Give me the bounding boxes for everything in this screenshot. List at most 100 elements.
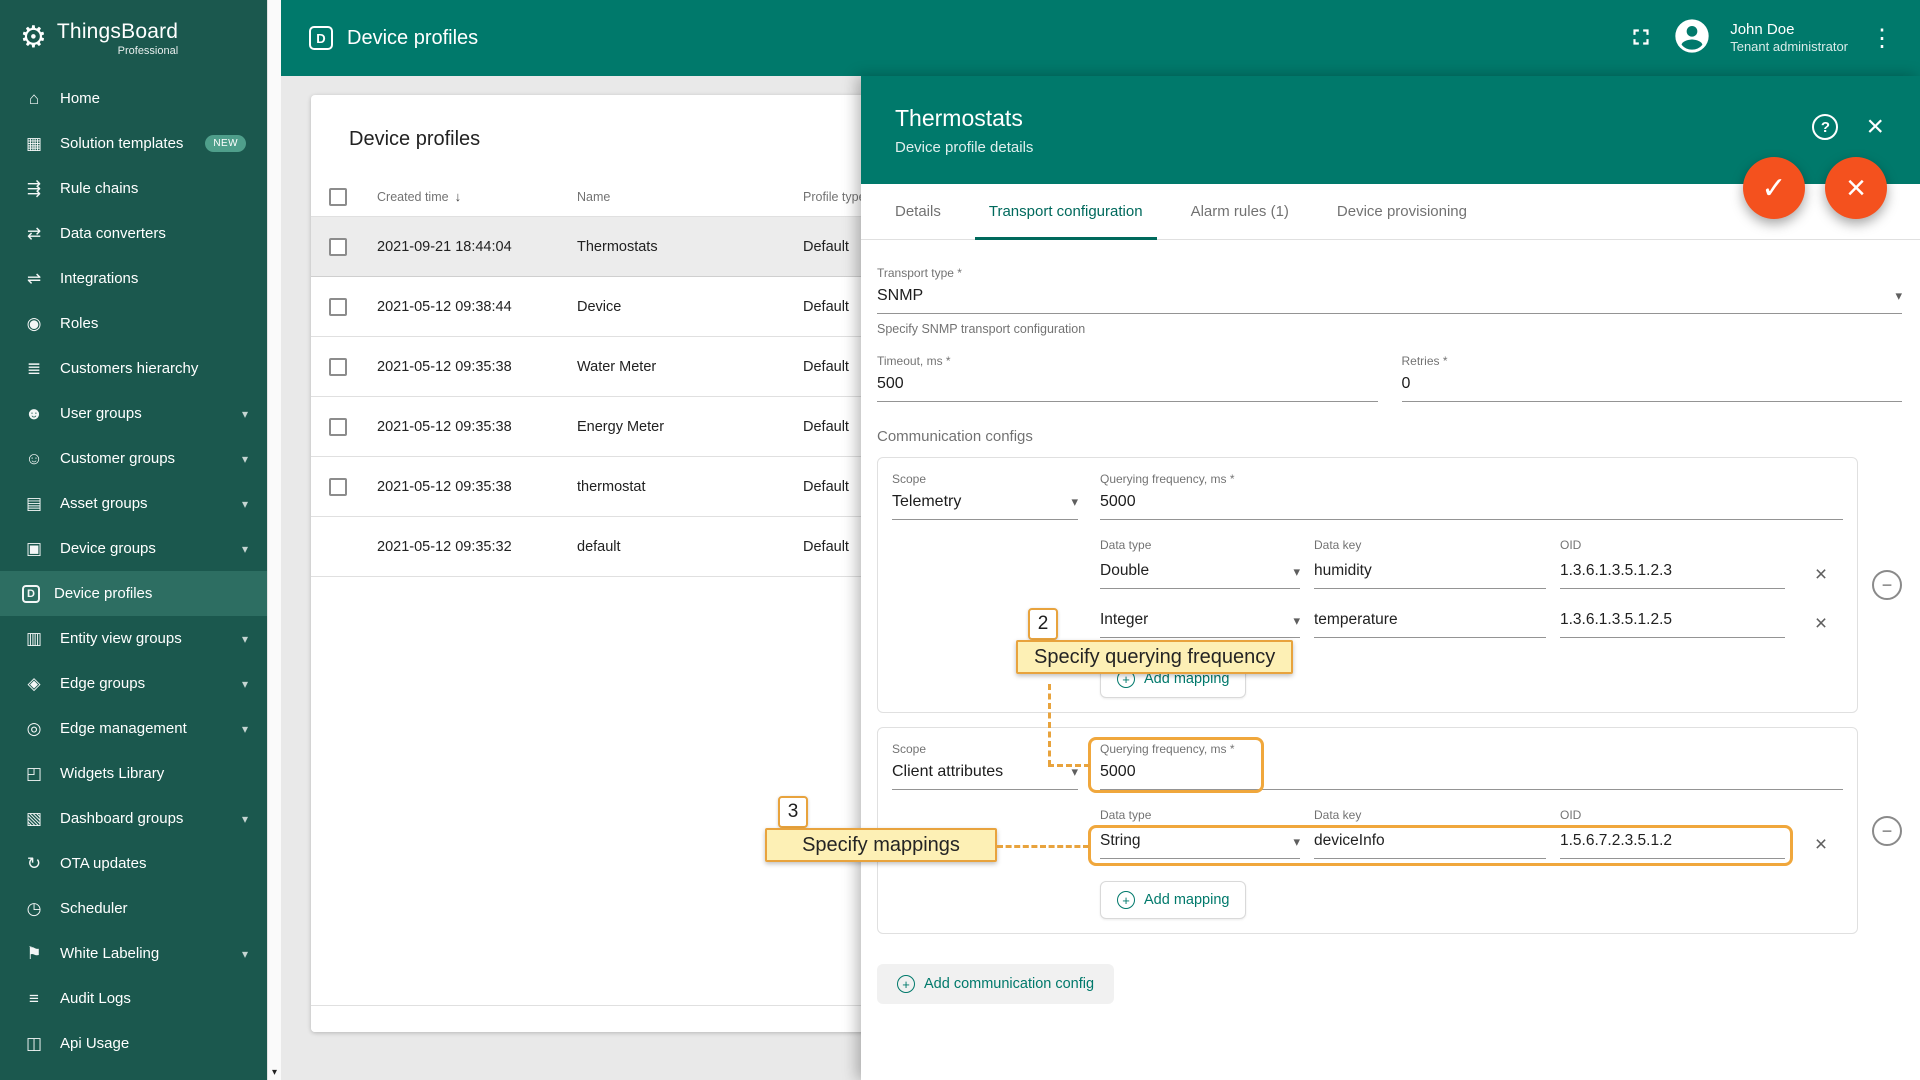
communication-config-row: Scope Telemetry ▾ Querying frequency, ms … <box>877 457 1902 713</box>
data-key-field[interactable]: deviceInfo <box>1314 832 1546 859</box>
scope-select[interactable]: Scope Telemetry ▾ <box>892 472 1078 520</box>
sidebar-item-integrations[interactable]: ⇌ Integrations <box>0 256 267 301</box>
tab-transport-configuration[interactable]: Transport configuration <box>965 184 1167 240</box>
tab-details[interactable]: Details <box>871 184 965 239</box>
brand-name: ThingsBoard <box>56 19 179 43</box>
sidebar-item-data-converters[interactable]: ⇄ Data converters <box>0 211 267 256</box>
page-title: Device profiles <box>347 26 479 49</box>
delete-mapping-button[interactable]: × <box>1799 612 1843 638</box>
row-checkbox[interactable] <box>329 357 347 376</box>
sidebar-item-dashboard-groups[interactable]: ▧ Dashboard groups ▾ <box>0 796 267 841</box>
transport-type-select[interactable]: Transport type * SNMP ▾ <box>877 266 1902 314</box>
mapping-row: Integer ▾ temperature 1.3.6.1.3.5.1.2.5 × <box>1100 611 1843 638</box>
more-menu-button[interactable]: ⋮ <box>1866 24 1898 53</box>
scope-value: Telemetry <box>892 493 962 510</box>
brand-logo[interactable]: ⚙ ThingsBoard Professional <box>0 0 267 76</box>
querying-frequency-field[interactable]: Querying frequency, ms * 5000 <box>1088 737 1843 793</box>
data-type-select[interactable]: Double ▾ <box>1100 562 1300 589</box>
delete-mapping-button[interactable]: × <box>1799 563 1843 589</box>
sort-desc-icon[interactable]: ↓ <box>455 189 462 204</box>
sidebar-item-ota-updates[interactable]: ↻ OTA updates <box>0 841 267 886</box>
close-icon: × <box>1866 110 1884 143</box>
customer-groups-icon: ☺ <box>25 448 43 468</box>
oid-field[interactable]: 1.3.6.1.3.5.1.2.5 <box>1560 611 1785 638</box>
cell-name: Energy Meter <box>577 418 665 435</box>
apply-changes-fab[interactable]: ✓ <box>1743 157 1805 219</box>
remove-config-button[interactable]: − <box>1872 815 1902 846</box>
data-key-field[interactable]: humidity <box>1314 562 1546 589</box>
sidebar-item-audit-logs[interactable]: ≡ Audit Logs <box>0 976 267 1021</box>
edge-management-icon: ◎ <box>26 718 42 738</box>
row-checkbox[interactable] <box>329 417 347 436</box>
retries-field[interactable]: Retries * 0 <box>1401 354 1902 402</box>
delete-mapping-button[interactable]: × <box>1799 833 1843 859</box>
sidebar-item-rule-chains[interactable]: ⇶ Rule chains <box>0 166 267 211</box>
discard-changes-fab[interactable]: × <box>1825 157 1887 219</box>
sidebar-item-white-labeling[interactable]: ⚑ White Labeling ▾ <box>0 931 267 976</box>
data-key-field[interactable]: temperature <box>1314 611 1546 638</box>
add-communication-config-button[interactable]: + Add communication config <box>877 964 1115 1004</box>
row-checkbox[interactable] <box>329 477 347 496</box>
avatar[interactable] <box>1672 16 1712 61</box>
scrollbar-down-arrow-icon[interactable]: ▾ <box>268 1067 281 1078</box>
row-checkbox[interactable] <box>329 237 347 256</box>
sidebar-item-customers-hierarchy[interactable]: ≣ Customers hierarchy <box>0 346 267 391</box>
sidebar-item-edge-groups[interactable]: ◈ Edge groups ▾ <box>0 661 267 706</box>
sidebar-item-scheduler[interactable]: ◷ Scheduler <box>0 886 267 931</box>
asset-groups-icon: ▤ <box>25 493 43 513</box>
cell-created-time: 2021-09-21 18:44:04 <box>377 238 512 255</box>
select-all-checkbox[interactable] <box>329 187 347 206</box>
check-icon: ✓ <box>1761 171 1787 205</box>
sidebar-item-label: Api Usage <box>60 1035 130 1052</box>
user-info[interactable]: John Doe Tenant administrator <box>1730 20 1848 56</box>
cell-created-time: 2021-05-12 09:35:38 <box>377 478 512 495</box>
sidebar-item-home[interactable]: ⌂ Home <box>0 76 267 121</box>
sidebar-item-label: OTA updates <box>60 855 147 872</box>
communication-config-card-telemetry: Scope Telemetry ▾ Querying frequency, ms … <box>877 457 1858 713</box>
sidebar-scrollbar[interactable]: ▾ <box>267 0 281 1080</box>
oid-field[interactable]: 1.5.6.7.2.3.5.1.2 <box>1560 832 1785 859</box>
sidebar-item-device-groups[interactable]: ▣ Device groups ▾ <box>0 526 267 571</box>
data-type-select[interactable]: Integer ▾ <box>1100 611 1300 638</box>
column-created-time[interactable]: Created time ↓ <box>377 189 577 204</box>
sidebar-item-asset-groups[interactable]: ▤ Asset groups ▾ <box>0 481 267 526</box>
sidebar-item-edge-management[interactable]: ◎ Edge management ▾ <box>0 706 267 751</box>
solution-templates-icon: ▦ <box>25 133 43 153</box>
oid-field[interactable]: 1.3.6.1.3.5.1.2.3 <box>1560 562 1785 589</box>
sidebar-item-entity-view-groups[interactable]: ▥ Entity view groups ▾ <box>0 616 267 661</box>
sidebar-item-label: Entity view groups <box>60 630 182 647</box>
sidebar-item-user-groups[interactable]: ☻ User groups ▾ <box>0 391 267 436</box>
cell-created-time: 2021-05-12 09:38:44 <box>377 298 512 315</box>
tab-alarm-rules[interactable]: Alarm rules (1) <box>1167 184 1313 239</box>
sidebar-item-label: Data converters <box>60 225 166 242</box>
querying-frequency-field[interactable]: Querying frequency, ms * 5000 <box>1100 472 1843 520</box>
close-icon: × <box>1846 168 1866 207</box>
panel-close-button[interactable]: × <box>1866 112 1884 142</box>
scheduler-icon: ◷ <box>26 898 42 918</box>
panel-header-actions: ? × <box>1812 112 1884 142</box>
sidebar-item-device-profiles[interactable]: D Device profiles <box>0 571 267 616</box>
sidebar-item-customer-groups[interactable]: ☺ Customer groups ▾ <box>0 436 267 481</box>
sidebar-item-roles[interactable]: ◉ Roles <box>0 301 267 346</box>
remove-config-button[interactable]: − <box>1872 570 1902 600</box>
caret-down-icon: ▾ <box>1293 564 1300 579</box>
querying-frequency-value: 5000 <box>1100 493 1136 510</box>
sidebar-item-label: User groups <box>60 405 142 422</box>
row-checkbox[interactable] <box>329 297 347 316</box>
timeout-field[interactable]: Timeout, ms * 500 <box>877 354 1378 402</box>
chevron-down-icon: ▾ <box>241 406 249 421</box>
help-button[interactable]: ? <box>1812 114 1839 140</box>
tab-device-provisioning[interactable]: Device provisioning <box>1313 184 1491 239</box>
mapping-row-highlight: String ▾ deviceInfo 1.5.6.7.2.3.5.1.2 × <box>1088 825 1843 866</box>
sidebar-item-widgets-library[interactable]: ◰ Widgets Library <box>0 751 267 796</box>
add-mapping-button[interactable]: + Add mapping <box>1100 881 1247 919</box>
data-type-select[interactable]: String ▾ <box>1100 832 1300 859</box>
sidebar-item-solution-templates[interactable]: ▦ Solution templates NEW <box>0 121 267 166</box>
minus-icon: − <box>1881 820 1893 841</box>
column-name[interactable]: Name <box>577 190 803 204</box>
sidebar-item-api-usage[interactable]: ◫ Api Usage <box>0 1021 267 1066</box>
annotation-step-3-number: 3 <box>778 796 808 828</box>
fullscreen-button[interactable] <box>1628 24 1654 53</box>
communication-config-row: Scope Client attributes ▾ Querying freque… <box>877 727 1902 934</box>
minus-icon: − <box>1881 575 1893 595</box>
